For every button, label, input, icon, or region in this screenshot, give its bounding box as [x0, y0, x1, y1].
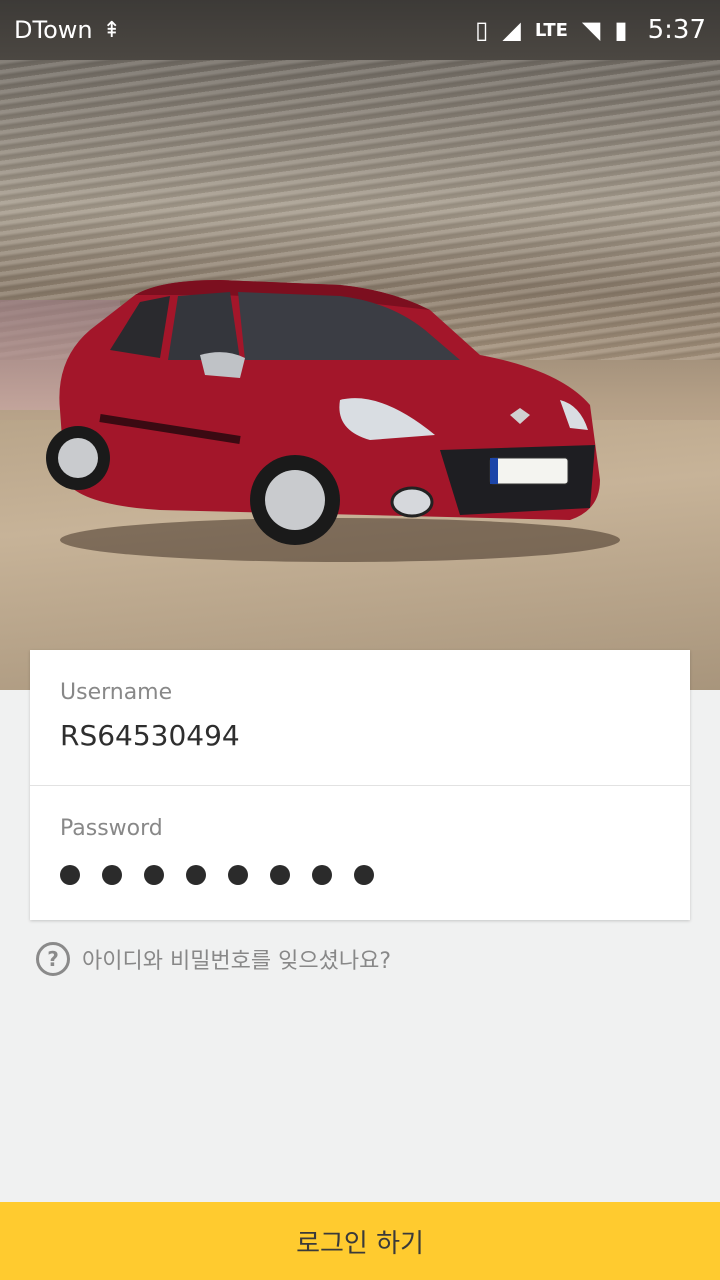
- username-field[interactable]: Username RS64530494: [30, 650, 690, 785]
- password-dot: [144, 865, 164, 885]
- hero-photo: DTown ⇞ ▯ ◢ LTE ◥ ▮ 5:37: [0, 0, 720, 690]
- password-field[interactable]: Password: [30, 785, 690, 920]
- question-icon: ?: [36, 942, 70, 976]
- forgot-credentials-text: 아이디와 비밀번호를 잊으셨나요?: [82, 949, 392, 974]
- username-input[interactable]: RS64530494: [60, 719, 660, 752]
- login-card: Username RS64530494 Password: [30, 650, 690, 920]
- password-dot: [312, 865, 332, 885]
- status-bar: DTown ⇞ ▯ ◢ LTE ◥ ▮ 5:37: [0, 0, 720, 60]
- password-dot: [354, 865, 374, 885]
- battery-charging-icon: ▮: [614, 16, 628, 44]
- signal-icon: ◢: [502, 16, 521, 44]
- password-dot: [270, 865, 290, 885]
- wifi-off-icon: ◥: [581, 16, 601, 44]
- password-dot: [228, 865, 248, 885]
- login-button-label: 로그인 하기: [296, 1228, 424, 1259]
- password-dot: [60, 865, 80, 885]
- car-illustration: [46, 280, 620, 562]
- forgot-credentials-link[interactable]: ? 아이디와 비밀번호를 잊으셨나요?: [36, 942, 391, 976]
- username-label: Username: [60, 680, 173, 705]
- clock: 5:37: [647, 15, 706, 45]
- network-sync-icon: ⇞: [102, 17, 122, 43]
- password-dot: [102, 865, 122, 885]
- vibrate-icon: ▯: [475, 16, 489, 44]
- login-button[interactable]: 로그인 하기: [0, 1202, 720, 1280]
- password-label: Password: [60, 816, 163, 841]
- password-input[interactable]: [60, 865, 660, 885]
- password-dot: [186, 865, 206, 885]
- lte-label: LTE: [534, 19, 568, 41]
- carrier-label: DTown: [14, 16, 93, 44]
